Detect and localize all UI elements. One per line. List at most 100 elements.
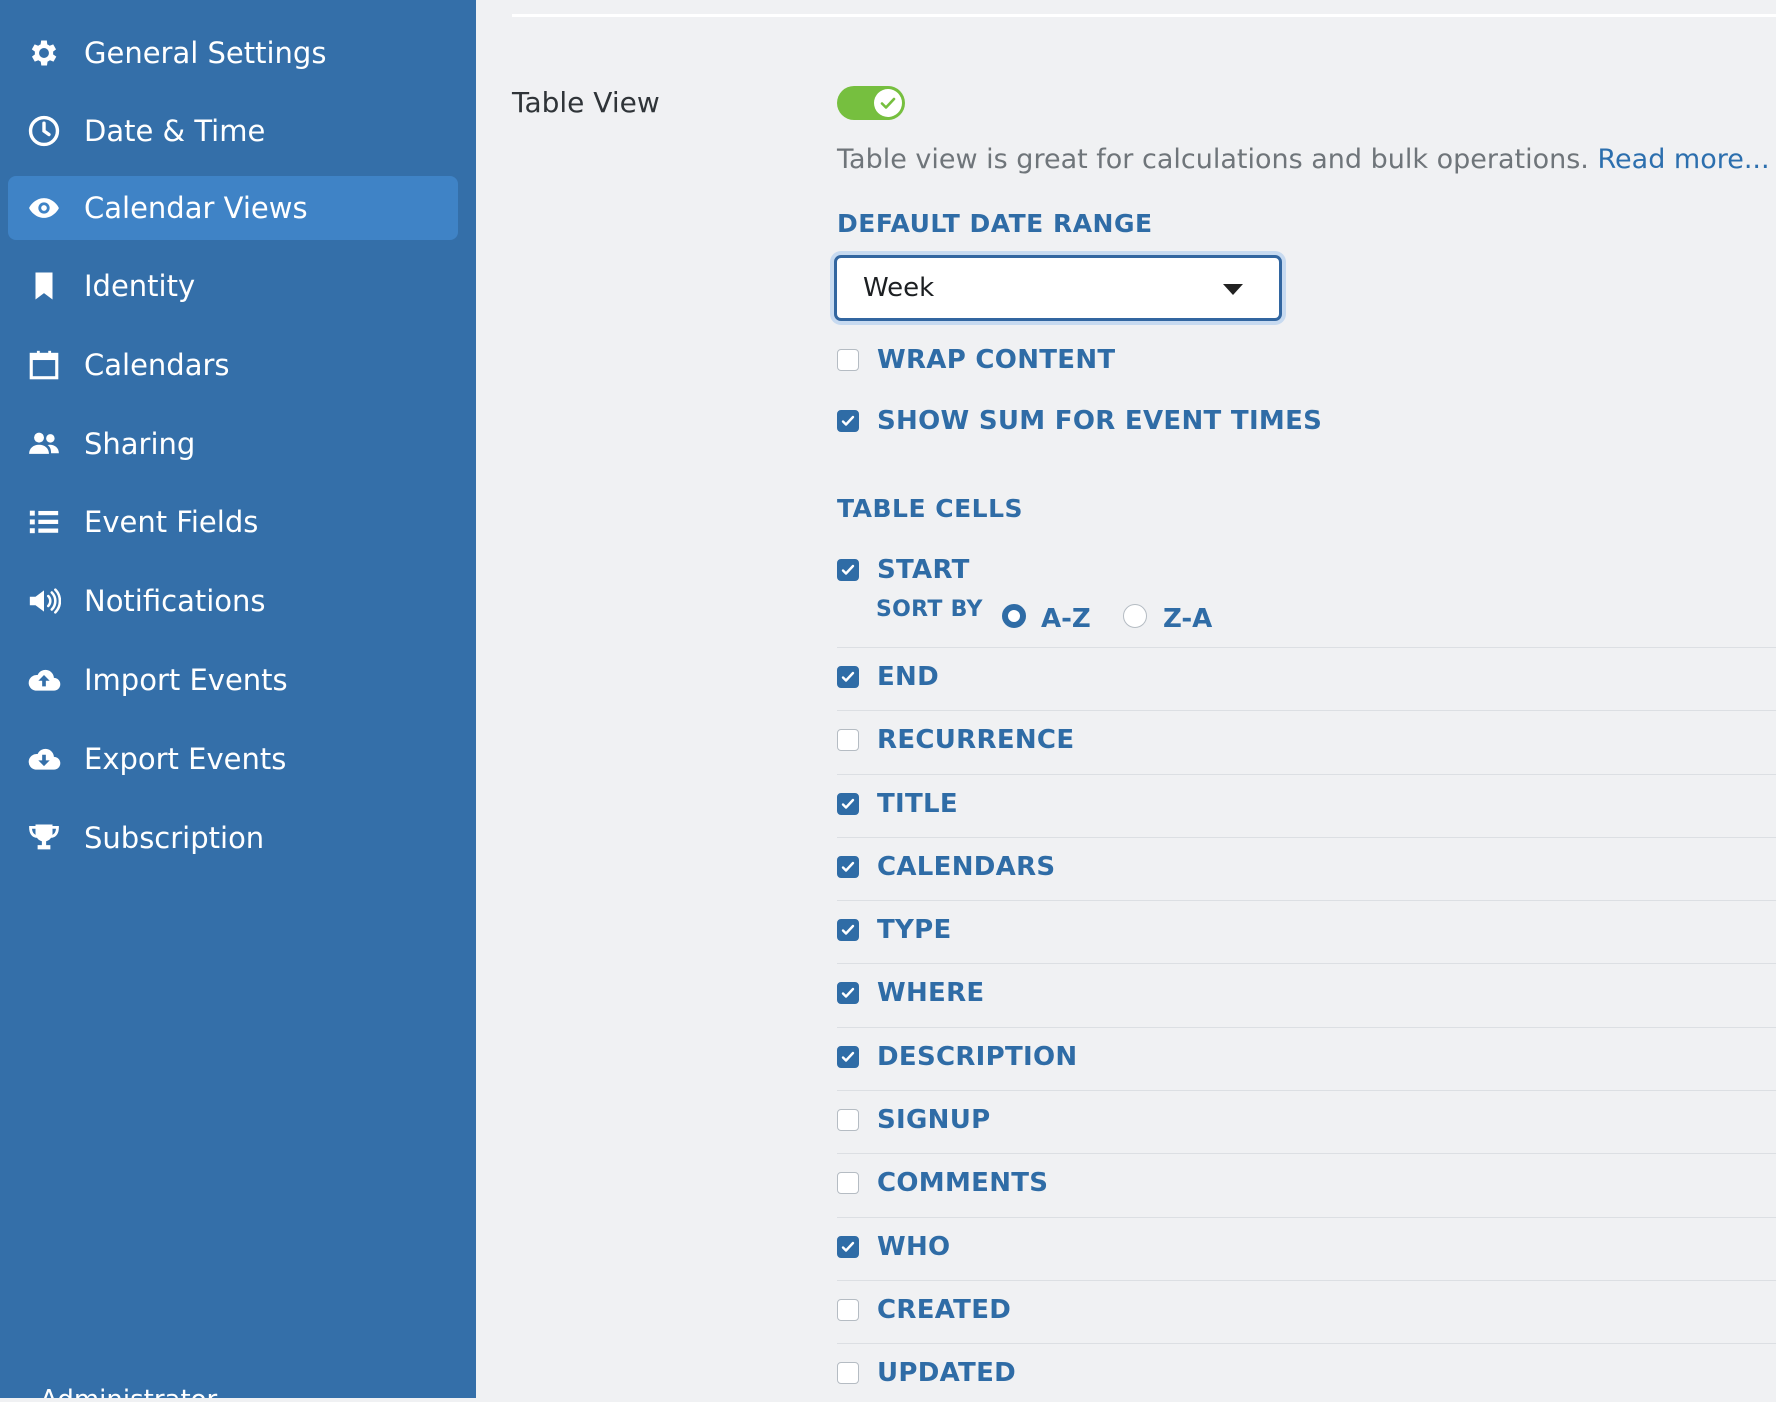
cell-updated-checkbox[interactable] — [837, 1362, 859, 1384]
cell-description-checkbox[interactable] — [837, 1046, 859, 1068]
cell-label: TYPE — [877, 915, 952, 945]
sidebar-item-event-fields[interactable]: Event Fields — [8, 490, 458, 554]
checkmark-icon — [841, 924, 855, 935]
row-divider — [837, 963, 1776, 964]
list-icon — [26, 504, 62, 540]
cell-start-checkbox[interactable] — [837, 559, 859, 581]
checkmark-icon — [841, 1241, 855, 1252]
cell-where-checkbox[interactable] — [837, 982, 859, 1004]
row-divider — [837, 1280, 1776, 1281]
cell-recurrence-checkbox[interactable] — [837, 729, 859, 751]
checkmark-icon — [841, 564, 855, 575]
settings-panel: Table View Table view is great for calcu… — [476, 0, 1776, 1398]
row-divider — [837, 1027, 1776, 1028]
cell-title-checkbox[interactable] — [837, 793, 859, 815]
cell-label: SIGNUP — [877, 1105, 991, 1135]
show-sum-label: SHOW SUM FOR EVENT TIMES — [877, 406, 1323, 436]
cell-label: WHO — [877, 1232, 951, 1262]
calendar-icon — [26, 347, 62, 383]
table-view-toggle[interactable] — [837, 86, 905, 120]
row-divider — [837, 900, 1776, 901]
table-view-label: Table View — [512, 86, 660, 119]
row-divider — [837, 710, 1776, 711]
sidebar-item-import-events[interactable]: Import Events — [8, 648, 458, 712]
cell-label: END — [877, 662, 940, 692]
sidebar-item-label: Calendar Views — [84, 191, 308, 225]
wrap-content-label: WRAP CONTENT — [877, 345, 1116, 375]
sidebar-item-label: Event Fields — [84, 505, 259, 539]
checkmark-icon — [841, 987, 855, 998]
cell-who-checkbox[interactable] — [837, 1236, 859, 1258]
cell-label: WHERE — [877, 978, 985, 1008]
sort-za-radio[interactable] — [1123, 604, 1147, 628]
cell-label: CREATED — [877, 1295, 1012, 1325]
top-divider — [512, 14, 1776, 17]
sidebar-item-administrator[interactable]: Administrator — [40, 1378, 240, 1398]
sidebar-item-export-events[interactable]: Export Events — [8, 727, 458, 791]
sidebar-item-sharing[interactable]: Sharing — [8, 412, 458, 476]
sidebar-item-calendars[interactable]: Calendars — [8, 333, 458, 397]
cell-created-checkbox[interactable] — [837, 1299, 859, 1321]
sidebar-item-subscription[interactable]: Subscription — [8, 806, 458, 870]
sidebar-item-date-time[interactable]: Date & Time — [8, 99, 458, 163]
trophy-icon — [26, 820, 62, 856]
checkmark-icon — [841, 861, 855, 872]
row-divider — [837, 1343, 1776, 1344]
sidebar-item-identity[interactable]: Identity — [8, 254, 458, 318]
sidebar-item-label: Export Events — [84, 742, 287, 776]
row-divider — [837, 1090, 1776, 1091]
gear-icon — [26, 35, 62, 71]
date-range-value: Week — [863, 273, 935, 303]
cell-label: RECURRENCE — [877, 725, 1075, 755]
show-sum-checkbox[interactable] — [837, 410, 859, 432]
sidebar-item-label: Sharing — [84, 427, 196, 461]
checkmark-icon — [841, 1051, 855, 1062]
bookmark-icon — [26, 268, 62, 304]
read-more-link[interactable]: Read more... — [1597, 144, 1769, 175]
sidebar-item-general-settings[interactable]: General Settings — [8, 21, 458, 85]
cell-label: DESCRIPTION — [877, 1042, 1078, 1072]
cell-signup-checkbox[interactable] — [837, 1109, 859, 1131]
sidebar-item-calendar-views[interactable]: Calendar Views — [8, 176, 458, 240]
sidebar-item-notifications[interactable]: Notifications — [8, 569, 458, 633]
sidebar-item-label: Identity — [84, 269, 196, 303]
clock-icon — [26, 113, 62, 149]
description-text: Table view is great for calculations and… — [837, 144, 1589, 175]
cell-label: UPDATED — [877, 1358, 1017, 1388]
sort-az-label: A-Z — [1041, 604, 1091, 634]
checkmark-icon — [841, 798, 855, 809]
table-cells-heading: TABLE CELLS — [837, 494, 1024, 523]
cell-label: TITLE — [877, 789, 958, 819]
row-divider — [837, 774, 1776, 775]
row-divider — [837, 837, 1776, 838]
cell-comments-checkbox[interactable] — [837, 1172, 859, 1194]
cloud-download-icon — [26, 741, 62, 777]
users-icon — [26, 426, 62, 462]
table-view-description: Table view is great for calculations and… — [837, 144, 1770, 175]
sort-by-label: SORT BY — [876, 597, 983, 622]
default-date-range-heading: DEFAULT DATE RANGE — [837, 209, 1153, 238]
cell-label: START — [877, 555, 970, 585]
sidebar-item-label: Date & Time — [84, 114, 266, 148]
date-range-select[interactable]: Week — [834, 255, 1282, 321]
row-divider — [837, 647, 1776, 648]
row-divider — [837, 1217, 1776, 1218]
sidebar-item-label: Import Events — [84, 663, 288, 697]
cell-calendars-checkbox[interactable] — [837, 856, 859, 878]
sidebar-item-label: Notifications — [84, 584, 266, 618]
sort-az-radio[interactable] — [1002, 604, 1026, 628]
row-divider — [837, 1153, 1776, 1154]
sort-za-label: Z-A — [1163, 604, 1213, 634]
checkmark-icon — [841, 415, 855, 426]
cell-end-checkbox[interactable] — [837, 666, 859, 688]
eye-icon — [26, 190, 62, 226]
cell-label: COMMENTS — [877, 1168, 1049, 1198]
sidebar-item-label: General Settings — [84, 36, 327, 70]
cell-type-checkbox[interactable] — [837, 919, 859, 941]
sidebar-item-label: Calendars — [84, 348, 230, 382]
wrap-content-checkbox[interactable] — [837, 349, 859, 371]
cloud-upload-icon — [26, 662, 62, 698]
checkmark-icon — [841, 671, 855, 682]
cell-label: CALENDARS — [877, 852, 1056, 882]
toggle-knob — [874, 89, 902, 117]
